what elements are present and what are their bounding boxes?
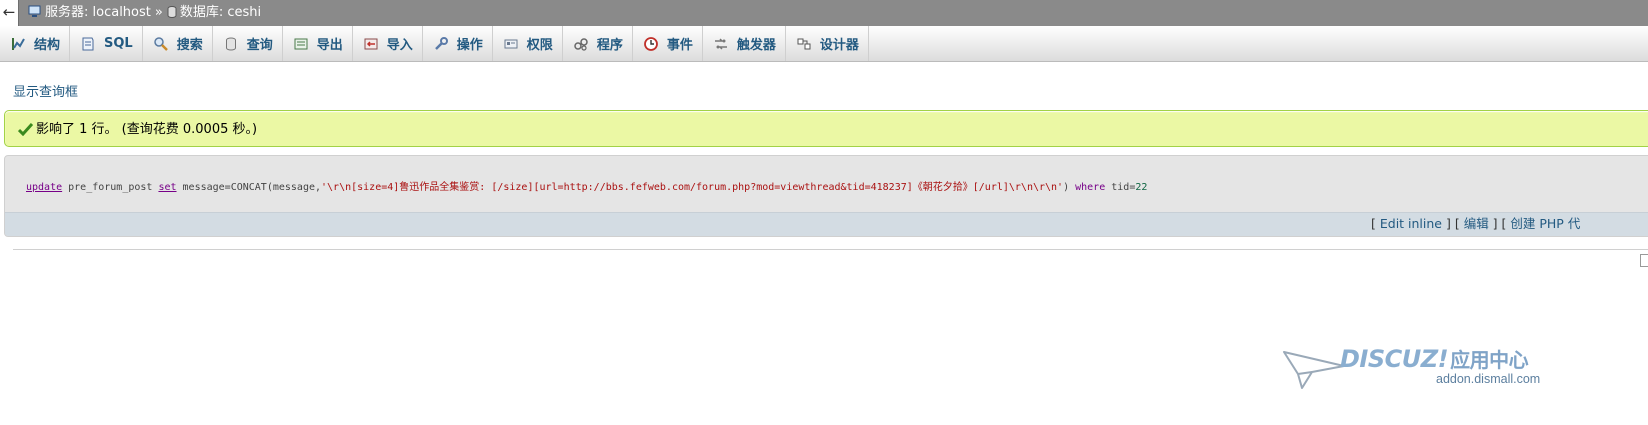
designer-icon <box>796 36 812 52</box>
sql-table-name: pre_forum_post <box>62 182 159 193</box>
breadcrumb-bar: ← 服务器: localhost» 数据库: ceshi <box>0 0 1648 26</box>
tab-sql[interactable]: SQL <box>70 26 143 61</box>
edit-link[interactable]: 编辑 <box>1464 216 1489 231</box>
watermark-brand-cn: 应用中心 <box>1450 348 1529 372</box>
show-query-box-link[interactable]: 显示查询框 <box>13 81 78 100</box>
checkmark-icon <box>17 122 34 140</box>
search-icon <box>153 36 169 52</box>
database-icon <box>167 2 177 28</box>
import-icon <box>363 36 379 52</box>
query-icon <box>223 36 239 52</box>
divider <box>13 249 1648 250</box>
tab-import[interactable]: 导入 <box>353 26 423 61</box>
triggers-icon <box>713 36 729 52</box>
server-icon <box>28 2 42 28</box>
tab-search[interactable]: 搜索 <box>143 26 213 61</box>
sql-keyword-where: where <box>1075 182 1106 193</box>
paper-plane-icon <box>1283 351 1345 389</box>
watermark-domain: addon.dismall.com <box>1436 372 1541 386</box>
back-button[interactable]: ← <box>0 0 19 26</box>
privileges-icon <box>503 36 519 52</box>
events-clock-icon <box>643 36 659 52</box>
tab-privileges[interactable]: 权限 <box>493 26 563 61</box>
tab-routines[interactable]: 程序 <box>563 26 633 61</box>
tab-structure[interactable]: 结构 <box>0 26 71 61</box>
breadcrumb-database[interactable]: 数据库: ceshi <box>180 5 261 20</box>
sql-query-text: update pre_forum_post set message=CONCAT… <box>26 178 1147 193</box>
sql-keyword-update[interactable]: update <box>26 182 62 193</box>
routines-icon <box>573 36 589 52</box>
breadcrumb: 服务器: localhost» 数据库: ceshi <box>28 0 261 28</box>
discuz-watermark: DISCUZ! 应用中心 addon.dismall.com <box>1282 342 1562 394</box>
sql-query-box: update pre_forum_post set message=CONCAT… <box>4 155 1648 237</box>
breadcrumb-server[interactable]: 服务器: localhost <box>45 5 151 20</box>
tab-query[interactable]: 查询 <box>213 26 283 61</box>
sql-actions-bar: [ Edit inline ] [ 编辑 ] [ 创建 PHP 代 <box>5 212 1648 236</box>
export-icon <box>293 36 309 52</box>
tab-export[interactable]: 导出 <box>283 26 353 61</box>
success-message: 影响了 1 行。 (查询花费 0.0005 秒。) <box>4 110 1648 147</box>
success-text: 影响了 1 行。 (查询花费 0.0005 秒。) <box>36 122 258 137</box>
create-php-code-link[interactable]: 创建 PHP 代 <box>1510 216 1580 231</box>
tab-events[interactable]: 事件 <box>633 26 703 61</box>
sql-condition: tid= <box>1105 182 1136 193</box>
tab-operations[interactable]: 操作 <box>423 26 493 61</box>
tab-designer[interactable]: 设计器 <box>786 26 869 61</box>
edit-inline-link[interactable]: Edit inline <box>1380 216 1442 231</box>
breadcrumb-separator: » <box>154 5 163 20</box>
edge-marker <box>1640 254 1648 267</box>
sql-number: 22 <box>1135 182 1148 193</box>
tab-toolbar: 结构 SQL 搜索 查询 导出 导入 操作 权限 程序 事件 触发器 设计器 <box>0 26 1648 62</box>
sql-assignment: message=CONCAT(message, <box>176 182 322 193</box>
structure-icon <box>10 36 26 52</box>
sql-keyword-set[interactable]: set <box>158 182 176 193</box>
tab-triggers[interactable]: 触发器 <box>703 26 786 61</box>
sql-string-literal: '\r\n[size=4]鲁迅作品全集鉴赏: [/size][url=http:… <box>321 182 1064 193</box>
sql-icon <box>80 36 96 52</box>
wrench-icon <box>433 36 449 52</box>
sql-close-paren: ) <box>1063 182 1076 193</box>
watermark-brand: DISCUZ! <box>1340 345 1449 373</box>
